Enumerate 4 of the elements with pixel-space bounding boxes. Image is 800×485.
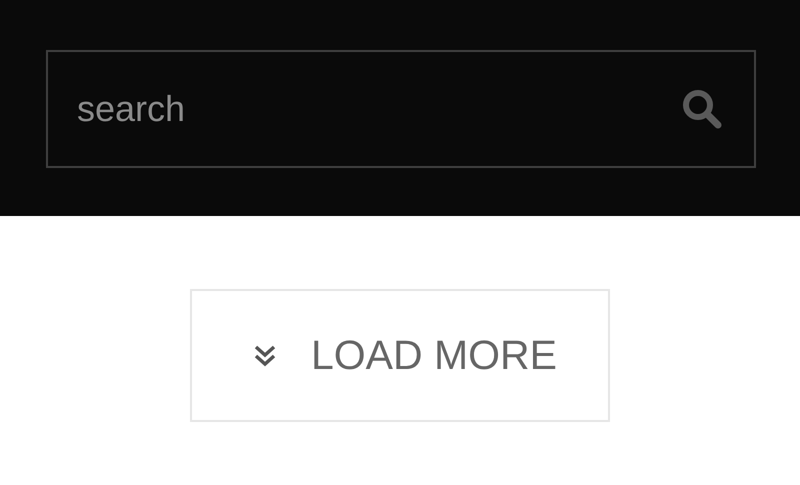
- search-field[interactable]: search: [46, 50, 756, 168]
- search-icon[interactable]: [682, 89, 722, 129]
- double-chevron-down-icon: [252, 344, 277, 368]
- load-more-button[interactable]: LOAD MORE: [190, 289, 610, 422]
